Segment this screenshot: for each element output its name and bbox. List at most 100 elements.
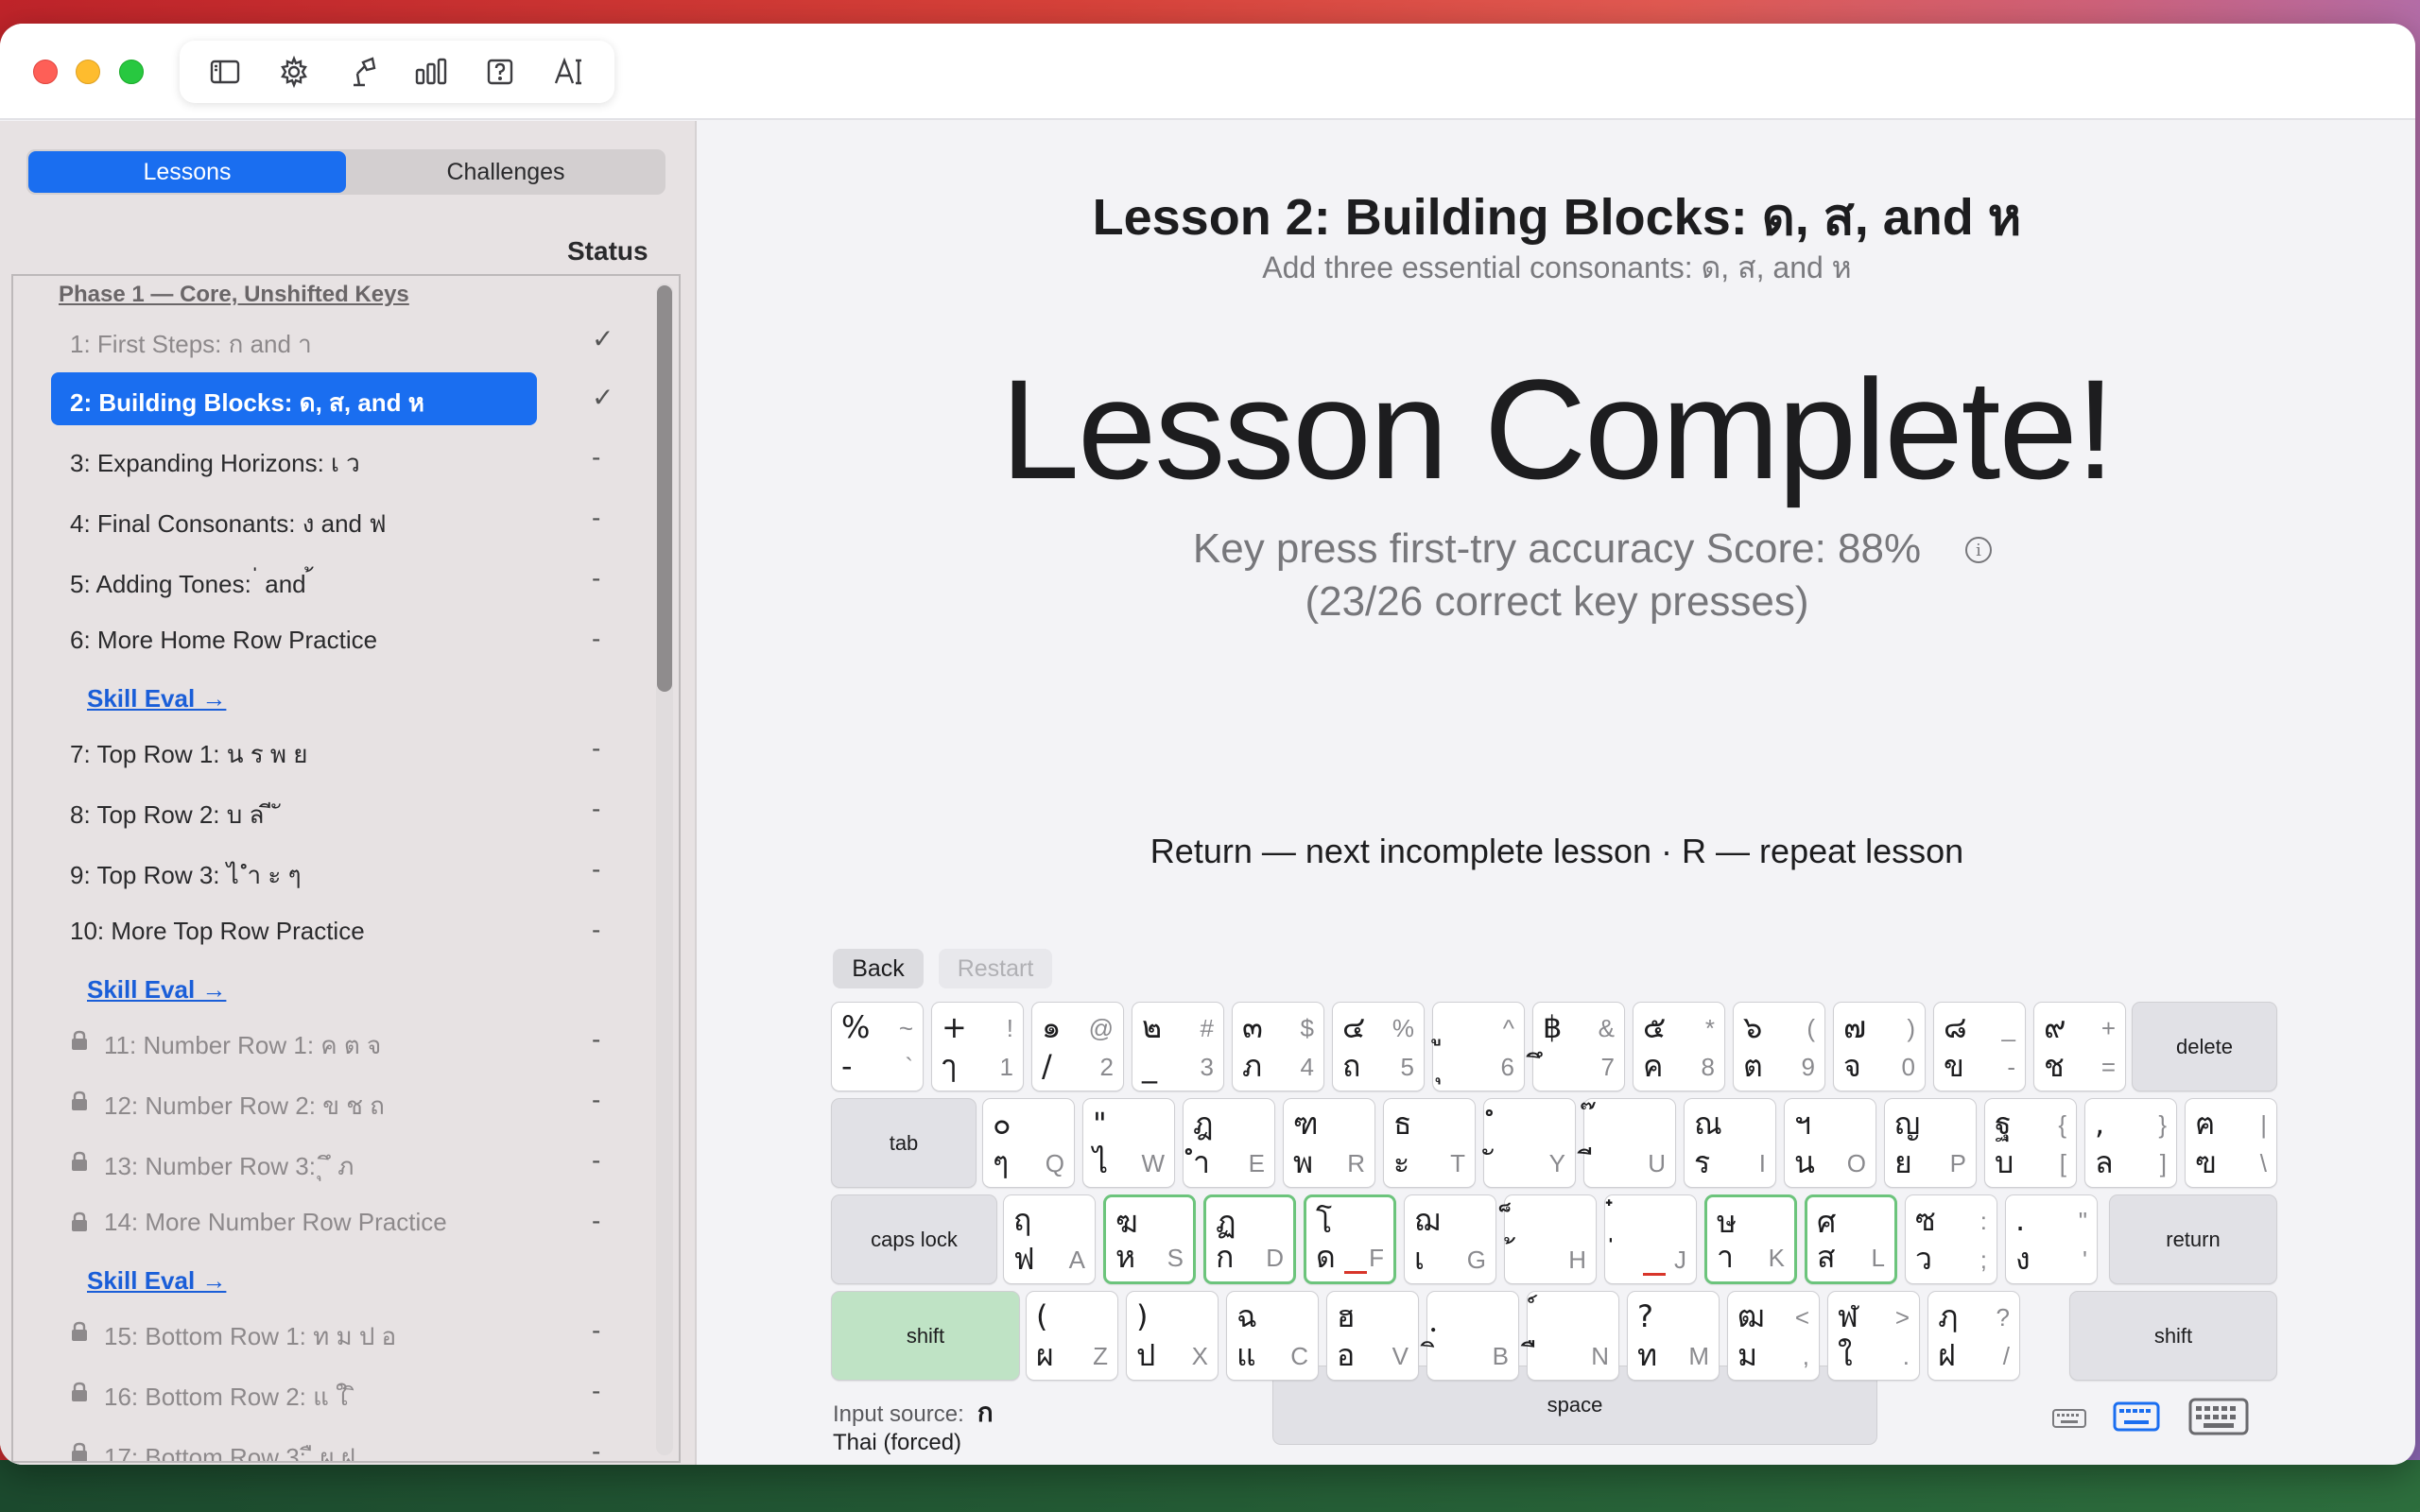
lesson-item[interactable]: 1: First Steps: ก and า ✓ [13,312,656,367]
lesson-item-locked[interactable]: 12: Number Row 2: ข ช ถ - [13,1074,656,1128]
key-g[interactable]: ฌเ G [1404,1194,1496,1284]
key-j[interactable]: ๋่J [1604,1194,1697,1284]
key-0[interactable]: ๗) จ 0 [1833,1002,1926,1091]
key-shift-left[interactable]: shift [831,1291,1020,1381]
close-button[interactable] [33,60,58,84]
key-9[interactable]: ๖ (ต 9 [1733,1002,1825,1091]
key-legend-tl: ฬ [1838,1298,1858,1334]
help-icon[interactable] [479,51,521,93]
lesson-list[interactable]: Phase 1 — Core, Unshifted Keys 1: First … [11,274,681,1463]
lesson-item[interactable]: 4: Final Consonants: ง and ฟ - [13,491,656,546]
key-6[interactable]: ู^ุ6 [1432,1002,1525,1091]
key-shift-right[interactable]: shift [2069,1291,2277,1381]
lesson-item-locked[interactable]: 13: Number Row 3: ุ ึ ภ - [13,1134,656,1189]
lesson-item-locked[interactable]: 17: Bottom Row 3: ื ผ ฝ - [13,1425,656,1461]
key-z[interactable]: (ผ Z [1026,1291,1118,1381]
lesson-item[interactable]: 5: Adding Tones: ่ and ้ - [13,552,656,607]
key-4[interactable]: ๓ $ ภ 4 [1232,1002,1324,1091]
key-caps-lock[interactable]: caps lock [831,1194,997,1284]
key-2[interactable]: ๑ @ / 2 [1031,1002,1124,1091]
info-icon[interactable]: i [1965,537,1992,563]
lesson-item-locked[interactable]: 15: Bottom Row 1: ท ม ป อ - [13,1304,656,1359]
lesson-item-locked[interactable]: 14: More Number Row Practice - [13,1194,656,1249]
key-y[interactable]: ํัY [1483,1098,1576,1188]
key-s[interactable]: ฆห S [1103,1194,1196,1284]
key-[[interactable]: ฐ {บ [ [1984,1098,2077,1188]
key-'[interactable]: . " ง ' [2005,1194,2098,1284]
skill-eval-link[interactable]: Skill Eval → [87,1266,226,1296]
key-v[interactable]: ฮอ V [1326,1291,1419,1381]
key-h[interactable]: ็้H [1504,1194,1597,1284]
lesson-item[interactable]: 10: More Top Row Practice - [13,903,656,958]
sidebar-icon[interactable] [204,51,246,93]
text-size-icon[interactable] [548,51,590,93]
key-;[interactable]: ซ: ว; [1905,1194,1997,1284]
key-\[interactable]: ฅ | ฃ \ [2185,1098,2277,1188]
key-f[interactable]: โด F [1304,1194,1396,1284]
lesson-item-selected[interactable]: 2: Building Blocks: ด, ส, and ห ✓ [13,370,656,425]
key-legend-bl: ต [1743,1048,1763,1084]
key-l[interactable]: ศส L [1805,1194,1897,1284]
key-.[interactable]: ฬ > ใ. [1827,1291,1920,1381]
lesson-item[interactable]: 6: More Home Row Practice - [13,612,656,667]
key-3[interactable]: ๒ # _ 3 [1132,1002,1224,1091]
key-m[interactable]: ? ท M [1627,1291,1720,1381]
segment-challenges[interactable]: Challenges [348,151,664,193]
key-u[interactable]: ๊ีU [1583,1098,1676,1188]
key-e[interactable]: ฎำ E [1183,1098,1275,1188]
key-delete[interactable]: delete [2132,1002,2277,1091]
lesson-item[interactable]: 8: Top Row 2: บ ล ี ั - [13,782,656,837]
key-w[interactable]: " ไ W [1082,1098,1175,1188]
key-7[interactable]: ฿&ึ7 [1532,1002,1625,1091]
keyboard-large-icon[interactable] [2188,1397,2249,1436]
key-d[interactable]: ฏก D [1203,1194,1296,1284]
key-k[interactable]: ษา K [1704,1194,1797,1284]
zoom-button[interactable] [119,60,144,84]
key--[interactable]: ๘ _ ข - [1933,1002,2026,1091]
key-i[interactable]: ณร I [1684,1098,1776,1188]
key-=[interactable]: ๙ + ช = [2033,1002,2126,1091]
keyboard-medium-icon[interactable] [2113,1400,2160,1433]
scrollbar[interactable] [656,284,673,1455]
key-c[interactable]: ฉแ C [1226,1291,1319,1381]
key-o[interactable]: ฯน O [1784,1098,1876,1188]
key-n[interactable]: ์ืN [1527,1291,1619,1381]
key-r[interactable]: ฑพ R [1283,1098,1375,1188]
scroll-thumb[interactable] [657,285,672,692]
stats-icon[interactable] [410,51,452,93]
lesson-item-locked[interactable]: 11: Number Row 1: ค ต จ - [13,1013,656,1068]
key-q[interactable]: ๐ๆ Q [982,1098,1075,1188]
lesson-status: - [592,624,601,653]
key-1[interactable]: +! ๅ 1 [931,1002,1024,1091]
key-/[interactable]: ฦ? ฝ / [1927,1291,2020,1381]
key-tab[interactable]: tab [831,1098,977,1188]
skill-eval-link[interactable]: Skill Eval → [87,975,226,1005]
key-x[interactable]: ) ป X [1126,1291,1219,1381]
key-`[interactable]: % ~ - ` [831,1002,924,1091]
key-legend-ts: : [1979,1207,1987,1235]
segment-lessons[interactable]: Lessons [28,151,346,193]
lesson-item[interactable]: 7: Top Row 1: น ร พ ย - [13,722,656,777]
lesson-item[interactable]: 9: Top Row 3: ไ ำ ะ ๆ - [13,843,656,898]
keyboard-small-icon[interactable] [2052,1406,2086,1431]
key-8[interactable]: ๕ * ค 8 [1633,1002,1725,1091]
main-content: Lesson 2: Building Blocks: ด, ส, and ห A… [699,121,2415,1465]
key-t[interactable]: ธะ T [1383,1098,1476,1188]
skill-eval-link[interactable]: Skill Eval → [87,684,226,713]
key-5[interactable]: ๔% ถ 5 [1332,1002,1425,1091]
key-a[interactable]: ฤฟ A [1003,1194,1096,1284]
key-b[interactable]: ฺิB [1426,1291,1519,1381]
key-,[interactable]: ฒ < ม, [1727,1291,1820,1381]
lesson-item-locked[interactable]: 16: Bottom Row 2: แ ใ ิ - [13,1365,656,1419]
minimize-button[interactable] [76,60,100,84]
restart-button[interactable]: Restart [939,949,1052,988]
back-button[interactable]: Back [833,949,924,988]
key-p[interactable]: ญย P [1884,1098,1977,1188]
key-legend-br: U [1648,1149,1666,1177]
lamp-icon[interactable] [342,51,384,93]
lesson-item[interactable]: 3: Expanding Horizons: เ ว - [13,431,656,486]
key-legend-ts: > [1894,1303,1910,1332]
gear-icon[interactable] [273,51,315,93]
key-return[interactable]: return [2109,1194,2277,1284]
key-][interactable]: ,} ล] [2084,1098,2177,1188]
